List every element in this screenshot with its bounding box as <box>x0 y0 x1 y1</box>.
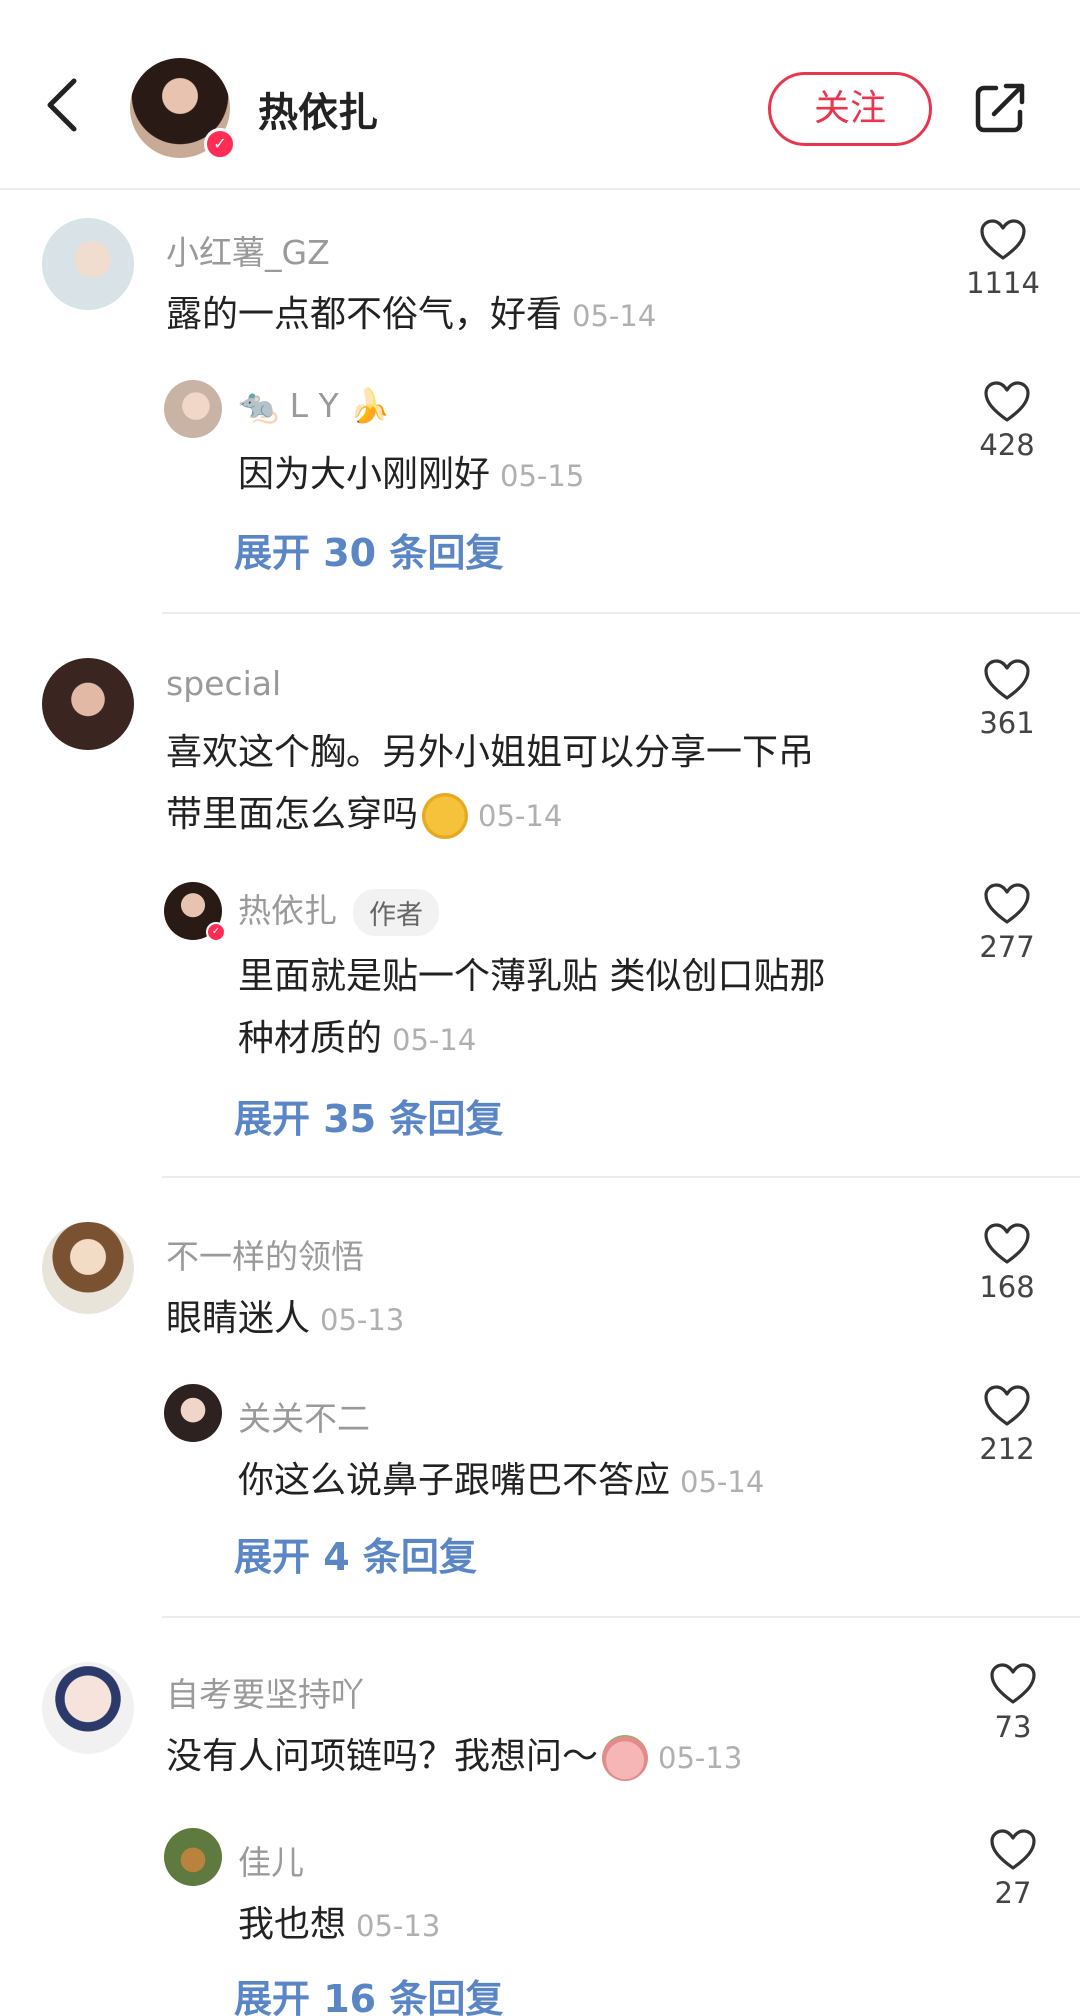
heart-outline-icon <box>980 219 1026 260</box>
reply-avatar[interactable] <box>164 1828 222 1886</box>
heart-outline-icon <box>984 1385 1030 1426</box>
like-count: 212 <box>979 1432 1035 1466</box>
divider <box>162 1616 1080 1618</box>
expand-replies-link[interactable]: 展开 35 条回复 <box>234 1088 503 1143</box>
commenter-name[interactable]: 小红薯_GZ <box>166 226 330 274</box>
commenter-avatar[interactable] <box>42 1222 134 1314</box>
like-button[interactable]: 428 <box>962 380 1052 462</box>
follow-button[interactable]: 关注 <box>768 72 932 146</box>
like-button[interactable]: 27 <box>968 1828 1058 1910</box>
reply-name[interactable]: 🐀 L Y 🍌 <box>238 386 390 426</box>
reply-name[interactable]: 热依扎 作者 <box>238 884 439 936</box>
comment-text[interactable]: 露的一点都不俗气，好看 05-14 <box>166 284 656 347</box>
reply-text[interactable]: 你这么说鼻子跟嘴巴不答应 05-14 <box>238 1450 764 1513</box>
like-count: 277 <box>979 930 1035 964</box>
author-tag: 作者 <box>353 889 439 936</box>
comment-text[interactable]: 眼睛迷人 05-13 <box>166 1288 404 1351</box>
commenter-avatar[interactable] <box>42 218 134 310</box>
like-button[interactable]: 1114 <box>958 218 1048 300</box>
expand-replies-link[interactable]: 展开 30 条回复 <box>234 522 503 577</box>
back-chevron-icon[interactable] <box>40 75 86 135</box>
like-button[interactable]: 277 <box>962 882 1052 964</box>
reply-date: 05-14 <box>392 1023 477 1057</box>
comment-text[interactable]: 没有人问项链吗？我想问～ 05-13 <box>166 1726 742 1789</box>
comment-text[interactable]: 喜欢这个胸。另外小姐姐可以分享一下吊 带里面怎么穿吗 05-14 <box>166 722 814 847</box>
like-count: 73 <box>994 1710 1032 1744</box>
commenter-avatar[interactable] <box>42 1662 134 1754</box>
reply-avatar[interactable] <box>164 380 222 438</box>
commenter-avatar[interactable] <box>42 658 134 750</box>
like-count: 361 <box>979 706 1035 740</box>
verified-badge-icon: ✓ <box>204 128 236 160</box>
top-bar: ✓ 热依扎 关注 <box>0 0 1080 190</box>
author-name[interactable]: 热依扎 <box>258 80 378 138</box>
divider <box>162 612 1080 614</box>
like-button[interactable]: 73 <box>968 1662 1058 1744</box>
heart-outline-icon <box>990 1829 1036 1870</box>
heart-outline-icon <box>990 1663 1036 1704</box>
like-count: 168 <box>979 1270 1035 1304</box>
like-count: 1114 <box>966 266 1040 300</box>
like-count: 27 <box>994 1876 1032 1910</box>
heart-outline-icon <box>984 883 1030 924</box>
comment-date: 05-14 <box>478 799 563 833</box>
heart-outline-icon <box>984 659 1030 700</box>
expand-replies-link[interactable]: 展开 4 条回复 <box>234 1526 477 1581</box>
comment-date: 05-13 <box>658 1741 743 1775</box>
comment-date: 05-13 <box>320 1303 405 1337</box>
like-button[interactable]: 212 <box>962 1384 1052 1466</box>
reply-avatar[interactable]: ✓ <box>164 882 226 942</box>
like-button[interactable]: 361 <box>962 658 1052 740</box>
expand-replies-link[interactable]: 展开 16 条回复 <box>234 1968 503 2016</box>
commenter-name[interactable]: 不一样的领悟 <box>166 1230 364 1278</box>
divider <box>162 1176 1080 1178</box>
peach-sticker-icon <box>602 1735 649 1781</box>
author-avatar[interactable]: ✓ <box>130 58 236 160</box>
thinking-emoji-icon <box>422 793 469 839</box>
reply-date: 05-14 <box>680 1465 765 1499</box>
commenter-name[interactable]: special <box>166 664 281 703</box>
share-external-icon[interactable] <box>972 80 1028 136</box>
heart-outline-icon <box>984 381 1030 422</box>
reply-date: 05-15 <box>500 459 585 493</box>
reply-name[interactable]: 关关不二 <box>238 1392 370 1440</box>
heart-outline-icon <box>984 1223 1030 1264</box>
reply-name[interactable]: 佳儿 <box>238 1836 304 1884</box>
verified-badge-icon: ✓ <box>206 922 226 942</box>
comment-date: 05-14 <box>572 299 657 333</box>
commenter-name[interactable]: 自考要坚持吖 <box>166 1668 364 1716</box>
reply-date: 05-13 <box>356 1909 441 1943</box>
reply-text[interactable]: 因为大小刚刚好 05-15 <box>238 444 584 507</box>
reply-text[interactable]: 里面就是贴一个薄乳贴 类似创口贴那 种材质的 05-14 <box>238 946 825 1071</box>
reply-text[interactable]: 我也想 05-13 <box>238 1894 440 1957</box>
like-button[interactable]: 168 <box>962 1222 1052 1304</box>
like-count: 428 <box>979 428 1035 462</box>
reply-avatar[interactable] <box>164 1384 222 1442</box>
